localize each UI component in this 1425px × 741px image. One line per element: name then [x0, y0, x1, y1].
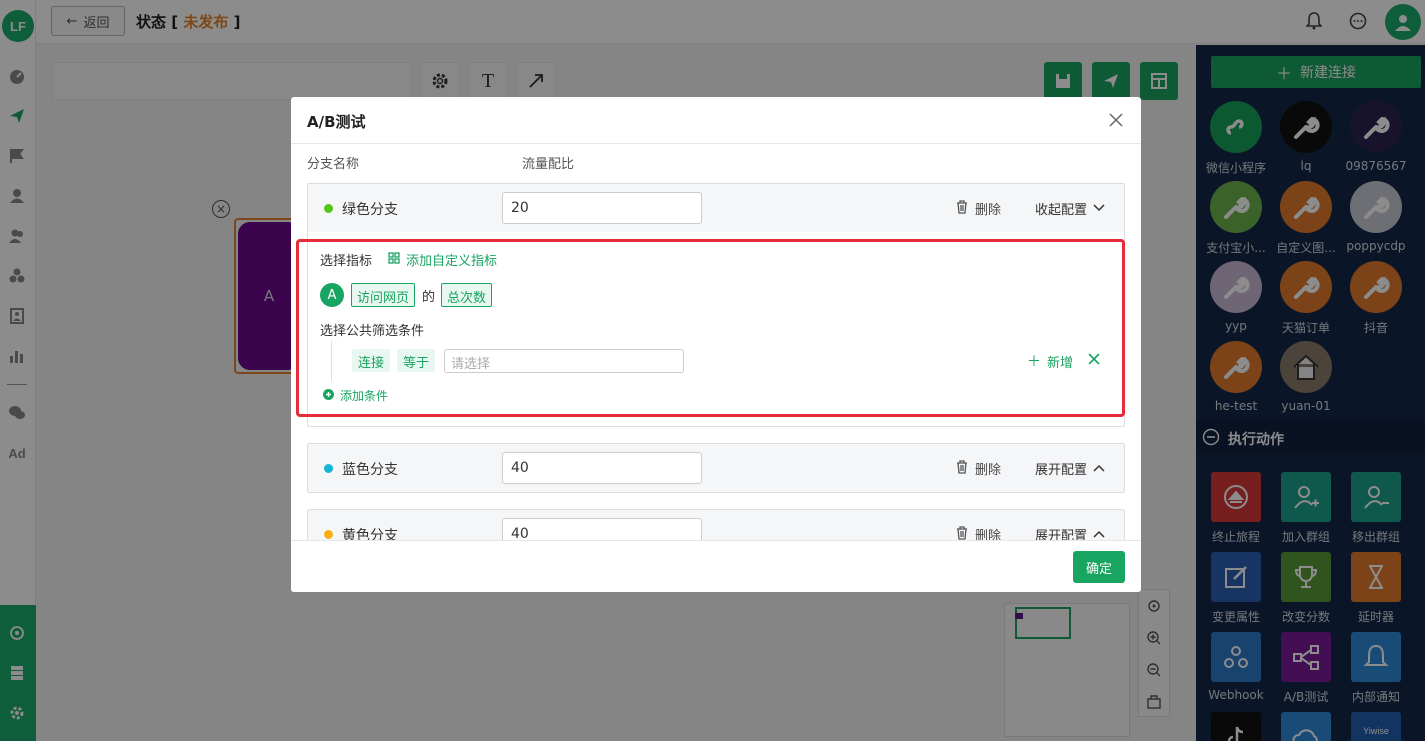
dialog-body[interactable]: 分支名称 流量配比 绿色分支 20 删除 收起配置 选择指标 添加自定义指标 A… — [291, 144, 1141, 540]
branch-row: 黄色分支 40 删除 展开配置 — [308, 510, 1124, 540]
dialog-header: A/B测试 — [291, 97, 1141, 144]
branch-color-dot — [324, 464, 333, 473]
trash-icon — [956, 199, 968, 218]
branch-card-yellow: 黄色分支 40 删除 展开配置 — [307, 509, 1125, 540]
branch-name: 黄色分支 — [342, 528, 398, 540]
highlight-annotation — [296, 239, 1125, 417]
confirm-button[interactable]: 确定 — [1073, 551, 1125, 583]
dialog-footer: 确定 — [291, 540, 1141, 592]
ab-test-dialog: A/B测试 分支名称 流量配比 绿色分支 20 删除 收起配置 选择指标 添加自… — [291, 97, 1141, 592]
delete-branch-button[interactable]: 删除 — [956, 459, 1001, 478]
branch-name: 蓝色分支 — [342, 462, 398, 478]
traffic-ratio-input[interactable]: 40 — [502, 452, 702, 484]
column-header-branch-name: 分支名称 — [307, 157, 360, 172]
branch-name: 绿色分支 — [342, 202, 398, 218]
branch-color-dot — [324, 530, 333, 539]
expand-config-button[interactable]: 展开配置 — [1035, 459, 1105, 478]
chevron-down-icon — [1093, 201, 1105, 216]
trash-icon — [956, 525, 968, 541]
expand-config-button[interactable]: 展开配置 — [1035, 525, 1105, 540]
traffic-ratio-input[interactable]: 20 — [502, 192, 702, 224]
branch-card-blue: 蓝色分支 40 删除 展开配置 — [307, 443, 1125, 493]
collapse-config-button[interactable]: 收起配置 — [1035, 199, 1105, 218]
close-icon[interactable] — [1107, 111, 1125, 129]
branch-color-dot — [324, 204, 333, 213]
trash-icon — [956, 459, 968, 478]
delete-branch-button[interactable]: 删除 — [956, 199, 1001, 218]
chevron-up-icon — [1093, 461, 1105, 476]
traffic-ratio-input[interactable]: 40 — [502, 518, 702, 540]
delete-branch-button[interactable]: 删除 — [956, 525, 1001, 540]
branch-row: 绿色分支 20 删除 收起配置 — [308, 184, 1124, 232]
dialog-title: A/B测试 — [307, 113, 366, 131]
chevron-up-icon — [1093, 527, 1105, 540]
branch-row: 蓝色分支 40 删除 展开配置 — [308, 444, 1124, 492]
column-header-traffic-ratio: 流量配比 — [522, 157, 575, 172]
